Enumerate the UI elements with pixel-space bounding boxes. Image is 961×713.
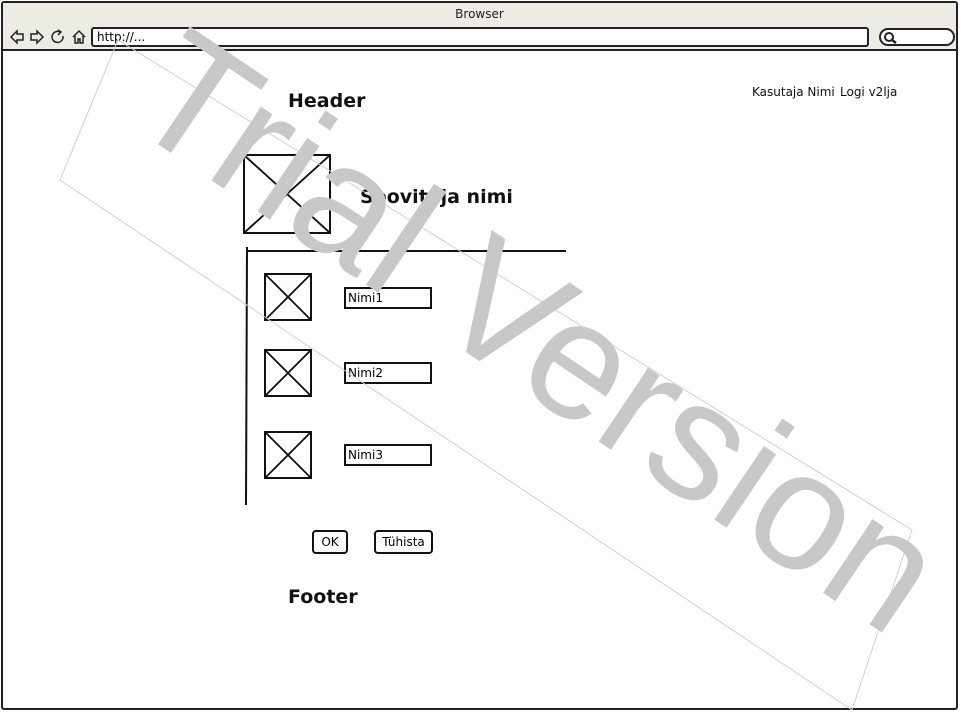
- reload-icon[interactable]: [50, 29, 66, 45]
- window-title: Browser: [455, 7, 504, 21]
- item-image-placeholder: [264, 273, 312, 321]
- item-name-field[interactable]: Nimi3: [344, 444, 432, 466]
- cancel-button[interactable]: Tühista: [374, 530, 433, 554]
- page-footer: Footer: [288, 586, 358, 608]
- item-image-placeholder: [264, 349, 312, 397]
- logout-link[interactable]: Logi v2lja: [840, 85, 897, 99]
- page-header: Header: [288, 90, 366, 112]
- browser-window: Browser http://... Header Kasutaja Nimi …: [1, 1, 958, 710]
- back-arrow-icon[interactable]: [9, 29, 25, 45]
- browser-toolbar: Browser http://...: [3, 3, 956, 51]
- recommender-name: Soovitaja nimi: [360, 186, 513, 208]
- item-image-placeholder: [264, 431, 312, 479]
- search-icon: [884, 32, 897, 44]
- search-field[interactable]: [879, 28, 955, 46]
- page-content: Header Kasutaja Nimi Logi v2lja Soovitaj…: [3, 49, 956, 709]
- user-name-link[interactable]: Kasutaja Nimi: [752, 85, 835, 99]
- ok-button[interactable]: OK: [312, 530, 348, 554]
- item-name-field[interactable]: Nimi2: [344, 362, 432, 384]
- url-input[interactable]: http://...: [91, 27, 869, 47]
- home-icon[interactable]: [71, 29, 87, 45]
- item-name-field[interactable]: Nimi1: [344, 287, 432, 309]
- recommender-avatar-placeholder: [243, 154, 331, 234]
- forward-arrow-icon[interactable]: [29, 29, 45, 45]
